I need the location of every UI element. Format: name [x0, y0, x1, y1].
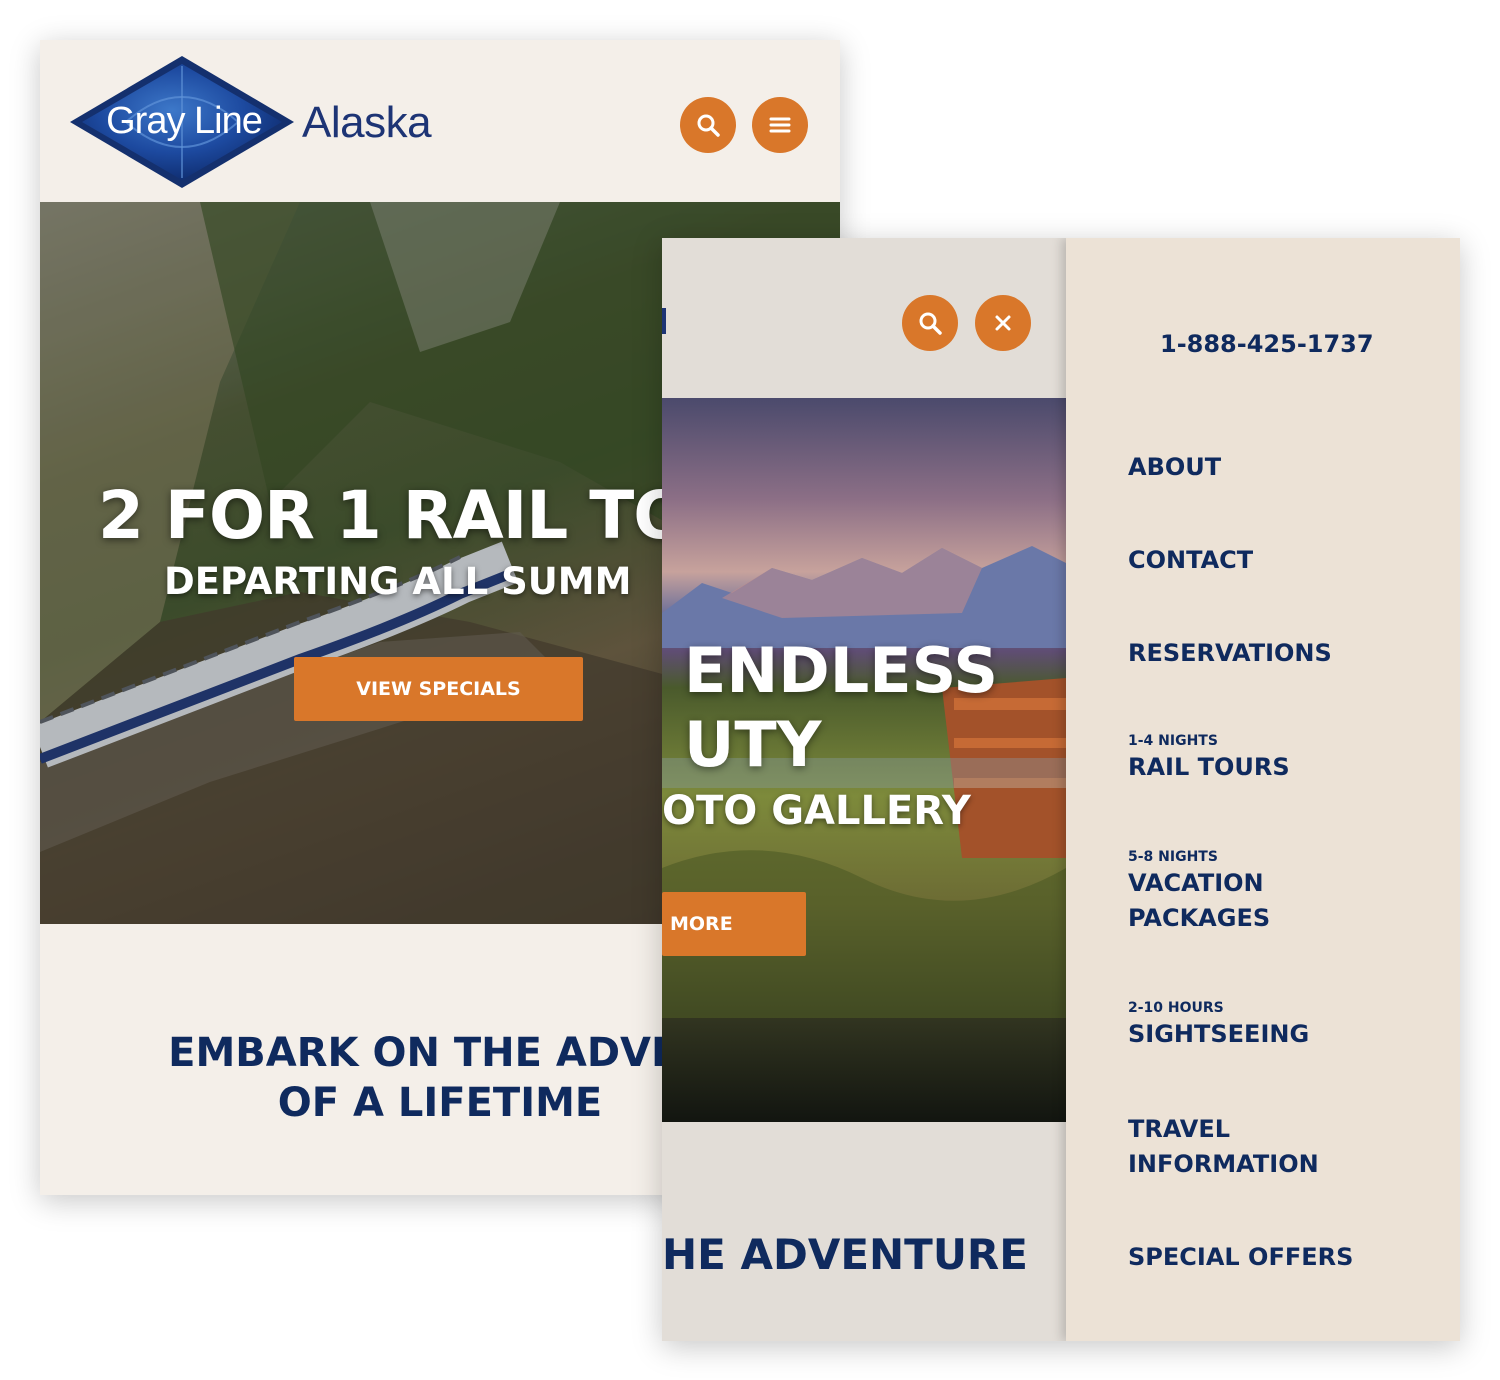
nav-item-label: RESERVATIONS — [1128, 639, 1332, 667]
menu-screen: ENDLESS UTY OTO GALLERY MORE HE ADVENTUR… — [662, 238, 1460, 1341]
nav-item-label: VACATION PACKAGES — [1128, 869, 1271, 932]
logo-text-primary: Gray Line — [106, 100, 263, 142]
hero-title: ENDLESS UTY — [684, 634, 998, 782]
nav-item-label: TRAVEL INFORMATION — [1128, 1115, 1319, 1178]
hero-title: 2 FOR 1 RAIL TOU — [98, 477, 742, 554]
nav-item-travel-information[interactable]: TRAVEL INFORMATION — [1128, 1112, 1319, 1182]
hero-title-line-1: ENDLESS — [684, 634, 999, 707]
menu-screen-tagline: HE ADVENTURE — [662, 1230, 1028, 1279]
underlying-page: ENDLESS UTY OTO GALLERY MORE HE ADVENTUR… — [662, 238, 1066, 1341]
hero-title-line-2: UTY — [684, 708, 822, 781]
nav-item-label: SIGHTSEEING — [1128, 1020, 1310, 1048]
nav-item-label: RAIL TOURS — [1128, 753, 1290, 781]
nav-item-label: CONTACT — [1128, 546, 1254, 574]
hero-banner: ENDLESS UTY OTO GALLERY — [662, 398, 1066, 1122]
logo-fragment — [662, 308, 666, 334]
hero-subtitle: OTO GALLERY — [662, 788, 971, 834]
close-menu-button[interactable] — [975, 295, 1031, 351]
hamburger-menu-icon — [769, 117, 791, 133]
nav-item-contact[interactable]: CONTACT — [1128, 543, 1253, 578]
phone-number-link[interactable]: 1-888-425-1737 — [1160, 330, 1374, 358]
nav-item-label: ABOUT — [1128, 453, 1222, 481]
nav-item-reservations[interactable]: RESERVATIONS — [1128, 636, 1332, 671]
nav-item-special-offers[interactable]: SPECIAL OFFERS — [1128, 1240, 1353, 1275]
nav-item-duration: 1-4 NIGHTS — [1128, 733, 1218, 749]
nav-item-label: SPECIAL OFFERS — [1128, 1243, 1354, 1271]
search-button[interactable] — [680, 97, 736, 153]
hero-subtitle: DEPARTING ALL SUMM — [164, 560, 632, 603]
logo[interactable]: Gray Line Alaska — [66, 52, 466, 192]
more-button[interactable]: MORE — [662, 892, 806, 956]
site-header: Gray Line Alaska — [40, 40, 840, 202]
nav-drawer: 1-888-425-1737 ABOUT CONTACT RESERVATION… — [1066, 238, 1460, 1341]
nav-item-sightseeing[interactable]: 2-10 HOURS SIGHTSEEING — [1128, 999, 1309, 1052]
nav-item-about[interactable]: ABOUT — [1128, 450, 1221, 485]
close-icon — [995, 315, 1011, 331]
view-specials-button[interactable]: VIEW SPECIALS — [294, 657, 583, 721]
logo-text-secondary: Alaska — [302, 98, 432, 147]
search-icon — [697, 114, 720, 137]
nav-item-vacation-packages[interactable]: 5-8 NIGHTS VACATION PACKAGES — [1128, 848, 1270, 936]
menu-button[interactable] — [752, 97, 808, 153]
search-button[interactable] — [902, 295, 958, 351]
nav-item-duration: 2-10 HOURS — [1128, 1000, 1224, 1016]
nav-item-duration: 5-8 NIGHTS — [1128, 849, 1218, 865]
search-icon — [919, 312, 942, 335]
nav-item-rail-tours[interactable]: 1-4 NIGHTS RAIL TOURS — [1128, 732, 1290, 785]
